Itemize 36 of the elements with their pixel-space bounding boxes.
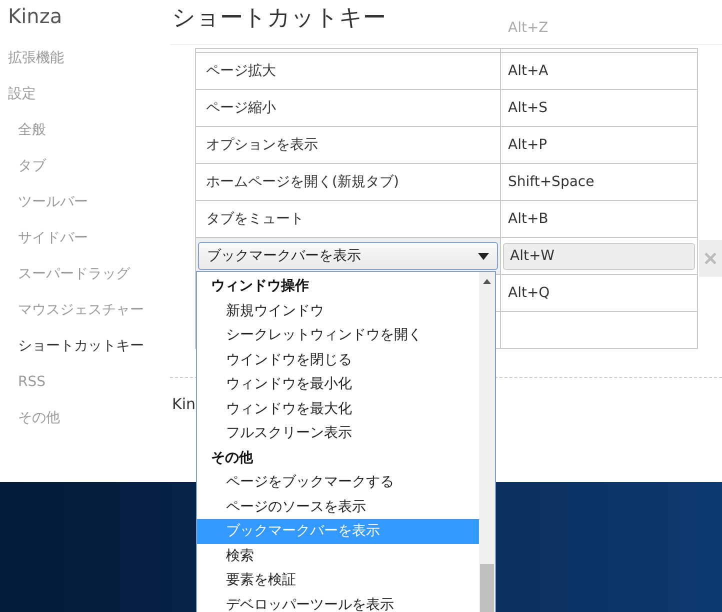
key-label: Alt+A — [508, 63, 548, 79]
close-button[interactable] — [699, 240, 722, 277]
scrollbar[interactable] — [479, 272, 495, 612]
dropdown-option[interactable]: 要素を検証 — [197, 568, 479, 592]
dropdown-option[interactable]: デベロッパーツールを表示 — [197, 592, 479, 612]
dropdown-caret-icon — [478, 252, 489, 260]
page-title: ショートカットキー — [172, 5, 386, 31]
key-label: Shift+Space — [508, 174, 594, 190]
action-select[interactable]: ブックマークバーを表示 — [198, 242, 498, 270]
scrollbar-thumb[interactable] — [480, 564, 494, 612]
dropdown-option[interactable]: ウィンドウを最大化 — [197, 396, 479, 421]
app-title: Kinza — [7, 3, 64, 30]
action-label: オプションを表示 — [206, 137, 318, 153]
key-label: Alt+Q — [508, 285, 550, 301]
group-header: その他 — [210, 448, 254, 468]
action-label: タブをミュート — [206, 211, 304, 227]
action-label: ページ拡大 — [206, 63, 276, 79]
key-input-field[interactable]: Alt+W — [503, 242, 695, 270]
key-label: Alt+Z — [508, 20, 548, 36]
dropdown-option[interactable]: 新規ウインドウ — [197, 298, 479, 323]
key-label: Alt+S — [508, 100, 548, 116]
group-header: ウィンドウ操作 — [210, 277, 310, 296]
dropdown-option[interactable]: 検索 — [197, 544, 479, 568]
dropdown-option[interactable]: ページのソースを表示 — [197, 494, 479, 519]
close-icon — [704, 252, 717, 265]
footer-text: Kin — [172, 395, 196, 413]
key-label: Alt+B — [508, 211, 548, 227]
action-label: ページ縮小 — [206, 100, 276, 116]
scroll-up-icon[interactable] — [483, 279, 491, 284]
dropdown-option[interactable]: ページをブックマークする — [197, 470, 479, 494]
dropdown-option[interactable]: フルスクリーン表示 — [197, 421, 479, 446]
dropdown-option[interactable]: ウィンドウを最小化 — [197, 372, 479, 396]
sidebar-item[interactable]: ショートカットキー — [0, 328, 170, 364]
action-label: ホームページを開く(新規タブ) — [206, 174, 399, 190]
key-label: Alt+P — [508, 137, 548, 153]
dropdown-option[interactable]: ウインドウを閉じる — [197, 348, 479, 372]
